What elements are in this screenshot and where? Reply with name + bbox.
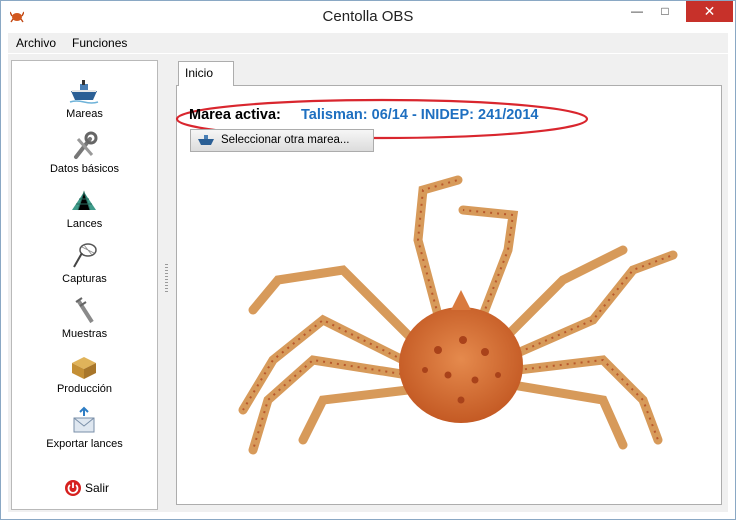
menu-funciones[interactable]: Funciones	[72, 36, 127, 50]
select-trip-button[interactable]: Seleccionar otra marea...	[190, 129, 374, 152]
king-crab-image	[238, 175, 678, 455]
sidebar-item-label: Datos básicos	[49, 163, 120, 175]
tab-panel-inicio: Marea activa: Talisman: 06/14 - INIDEP: …	[175, 85, 722, 505]
sidebar-item-label: Muestras	[61, 328, 108, 340]
caliper-icon	[75, 297, 94, 324]
title-bar[interactable]: Centolla OBS — □ ✕	[1, 1, 735, 32]
export-mail-icon	[73, 406, 95, 433]
splitter-handle[interactable]	[165, 264, 168, 294]
landing-net-icon	[73, 243, 97, 268]
sidebar-item-datos-basicos[interactable]: Datos básicos	[12, 131, 157, 185]
ship-icon	[198, 135, 214, 145]
select-trip-label: Seleccionar otra marea...	[221, 134, 350, 146]
sidebar-item-muestras[interactable]: Muestras	[12, 296, 157, 350]
sidebar-item-label: Mareas	[66, 108, 103, 120]
active-trip-value: Talisman: 06/14 - INIDEP: 241/2014	[301, 107, 539, 123]
sidebar-item-label: Lances	[66, 218, 103, 230]
sidebar-item-produccion[interactable]: Producción	[12, 351, 157, 405]
maximize-button[interactable]: □	[652, 1, 678, 22]
wrench-icon	[74, 131, 98, 159]
sidebar-item-label: Producción	[56, 383, 113, 395]
menu-archivo[interactable]: Archivo	[16, 36, 56, 50]
menu-bar: Archivo Funciones	[8, 33, 728, 53]
app-window: Centolla OBS — □ ✕ Archivo Funciones Mar…	[0, 0, 736, 520]
exit-label: Salir	[85, 481, 110, 495]
sidebar-item-label: Exportar lances	[46, 438, 123, 450]
sidebar-item-exportar-lances[interactable]: Exportar lances	[12, 406, 157, 460]
tab-inicio[interactable]: Inicio	[178, 61, 234, 86]
minimize-button[interactable]: —	[624, 1, 650, 22]
sidebar-item-label: Capturas	[62, 273, 107, 285]
box-icon	[72, 357, 96, 379]
net-icon	[72, 190, 96, 211]
sidebar-item-mareas[interactable]: Mareas	[12, 76, 157, 130]
sidebar-item-capturas[interactable]: Capturas	[12, 241, 157, 295]
sidebar: Mareas Datos básicos Lances Capturas Mue…	[11, 60, 158, 510]
active-trip-label: Marea activa:	[189, 107, 281, 123]
close-button[interactable]: ✕	[686, 1, 733, 22]
sidebar-item-lances[interactable]: Lances	[12, 186, 157, 240]
power-icon	[65, 480, 81, 496]
client-area: Mareas Datos básicos Lances Capturas Mue…	[8, 54, 728, 512]
exit-button[interactable]: Salir	[58, 478, 118, 498]
ship-icon	[69, 80, 99, 104]
